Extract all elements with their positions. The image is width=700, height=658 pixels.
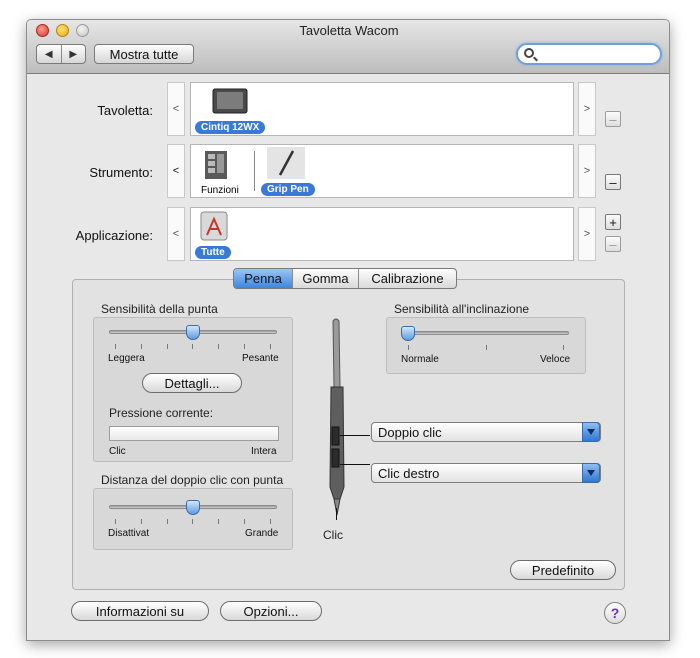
settings-tabs: Penna Gomma Calibrazione [233, 268, 457, 289]
pen-tip-connector [336, 508, 337, 520]
about-button[interactable]: Informazioni su [71, 601, 209, 621]
tool-strip: Funzioni Grip Pen [190, 144, 574, 198]
window-title: Tavoletta Wacom [299, 23, 399, 38]
pressure-min-label: Clic [109, 446, 126, 457]
tablet-label: Tavoletta: [97, 103, 153, 118]
tilt-sensitivity-track[interactable] [401, 331, 569, 335]
upper-button-value: Doppio clic [378, 424, 442, 440]
grip-pen-icon[interactable] [267, 147, 305, 179]
application-add-button[interactable]: + [605, 214, 621, 230]
tip-sensitivity-ticks [115, 344, 271, 350]
forward-arrow-icon[interactable]: ▶ [60, 45, 86, 63]
help-icon[interactable]: ? [604, 602, 626, 624]
current-pressure-label: Pressione corrente: [109, 406, 214, 420]
back-arrow-icon[interactable]: ◀ [37, 45, 61, 63]
application-item-all[interactable]: Tutte [195, 246, 231, 259]
application-prev-arrow[interactable]: < [167, 207, 185, 261]
tool-divider [254, 151, 255, 191]
options-button[interactable]: Opzioni... [220, 601, 322, 621]
current-pressure-bar [109, 426, 279, 441]
show-all-button[interactable]: Mostra tutte [94, 44, 194, 64]
default-button[interactable]: Predefinito [510, 560, 616, 580]
tab-calibration[interactable]: Calibrazione [358, 269, 456, 288]
tablet-device-label[interactable]: Cintiq 12WX [195, 121, 266, 134]
double-click-distance-min-label: Disattivat [108, 528, 150, 539]
tablet-strip: Cintiq 12WX [190, 82, 574, 136]
tool-item-functions[interactable]: Funzioni [201, 185, 239, 196]
tilt-sensitivity-max-label: Veloce [540, 354, 571, 365]
search-field[interactable] [516, 43, 662, 65]
tip-sensitivity-min-label: Leggera [108, 353, 145, 364]
tablet-remove-button[interactable]: – [605, 111, 621, 127]
tab-eraser[interactable]: Gomma [292, 269, 358, 288]
lower-button-value: Clic destro [378, 465, 440, 481]
title-bar: Tavoletta Wacom ◀ ▶ Mostra tutte [27, 20, 669, 74]
tilt-sensitivity-title: Sensibilità all'inclinazione [394, 302, 530, 316]
chevron-down-icon [582, 463, 600, 483]
application-next-arrow[interactable]: > [578, 207, 596, 261]
details-button[interactable]: Dettagli... [142, 373, 242, 393]
application-label: Applicazione: [75, 228, 153, 243]
search-icon [524, 48, 534, 58]
tool-item-grip-pen[interactable]: Grip Pen [261, 183, 315, 196]
lower-button-connector [340, 464, 370, 465]
tablet-prev-arrow[interactable]: < [167, 82, 185, 136]
application-remove-button[interactable]: – [605, 236, 621, 252]
pen-illustration [329, 318, 345, 516]
tool-prev-arrow[interactable]: < [167, 144, 185, 198]
tilt-sensitivity-ticks [408, 345, 564, 351]
tab-pen[interactable]: Penna [234, 269, 292, 288]
tip-sensitivity-slider-thumb[interactable] [186, 325, 200, 340]
double-click-distance-title: Distanza del doppio clic con punta [101, 473, 284, 487]
history-nav: ◀ ▶ [36, 44, 86, 64]
tip-sensitivity-max-label: Pesante [242, 353, 279, 364]
lower-button-popup[interactable]: Clic destro [371, 463, 601, 483]
upper-button-connector [340, 435, 370, 436]
double-click-distance-max-label: Grande [245, 528, 279, 539]
preferences-window: Tavoletta Wacom ◀ ▶ Mostra tutte Tavolet… [26, 19, 670, 641]
tip-sensitivity-title: Sensibilità della punta [101, 302, 218, 316]
pen-tip-label: Clic [323, 528, 343, 542]
tool-remove-button[interactable]: – [605, 174, 621, 190]
double-click-distance-slider-thumb[interactable] [186, 500, 200, 515]
tool-label: Strumento: [89, 165, 153, 180]
tool-next-arrow[interactable]: > [578, 144, 596, 198]
tilt-sensitivity-slider-thumb[interactable] [401, 326, 415, 341]
cintiq-tablet-icon[interactable] [211, 85, 249, 117]
pressure-max-label: Intera [251, 446, 277, 457]
all-applications-icon[interactable] [195, 210, 233, 242]
double-click-distance-ticks [115, 519, 271, 525]
tablet-next-arrow[interactable]: > [578, 82, 596, 136]
tilt-sensitivity-min-label: Normale [401, 354, 439, 365]
chevron-down-icon [582, 422, 600, 442]
upper-button-popup[interactable]: Doppio clic [371, 422, 601, 442]
application-strip: Tutte [190, 207, 574, 261]
express-keys-icon[interactable] [201, 149, 239, 181]
